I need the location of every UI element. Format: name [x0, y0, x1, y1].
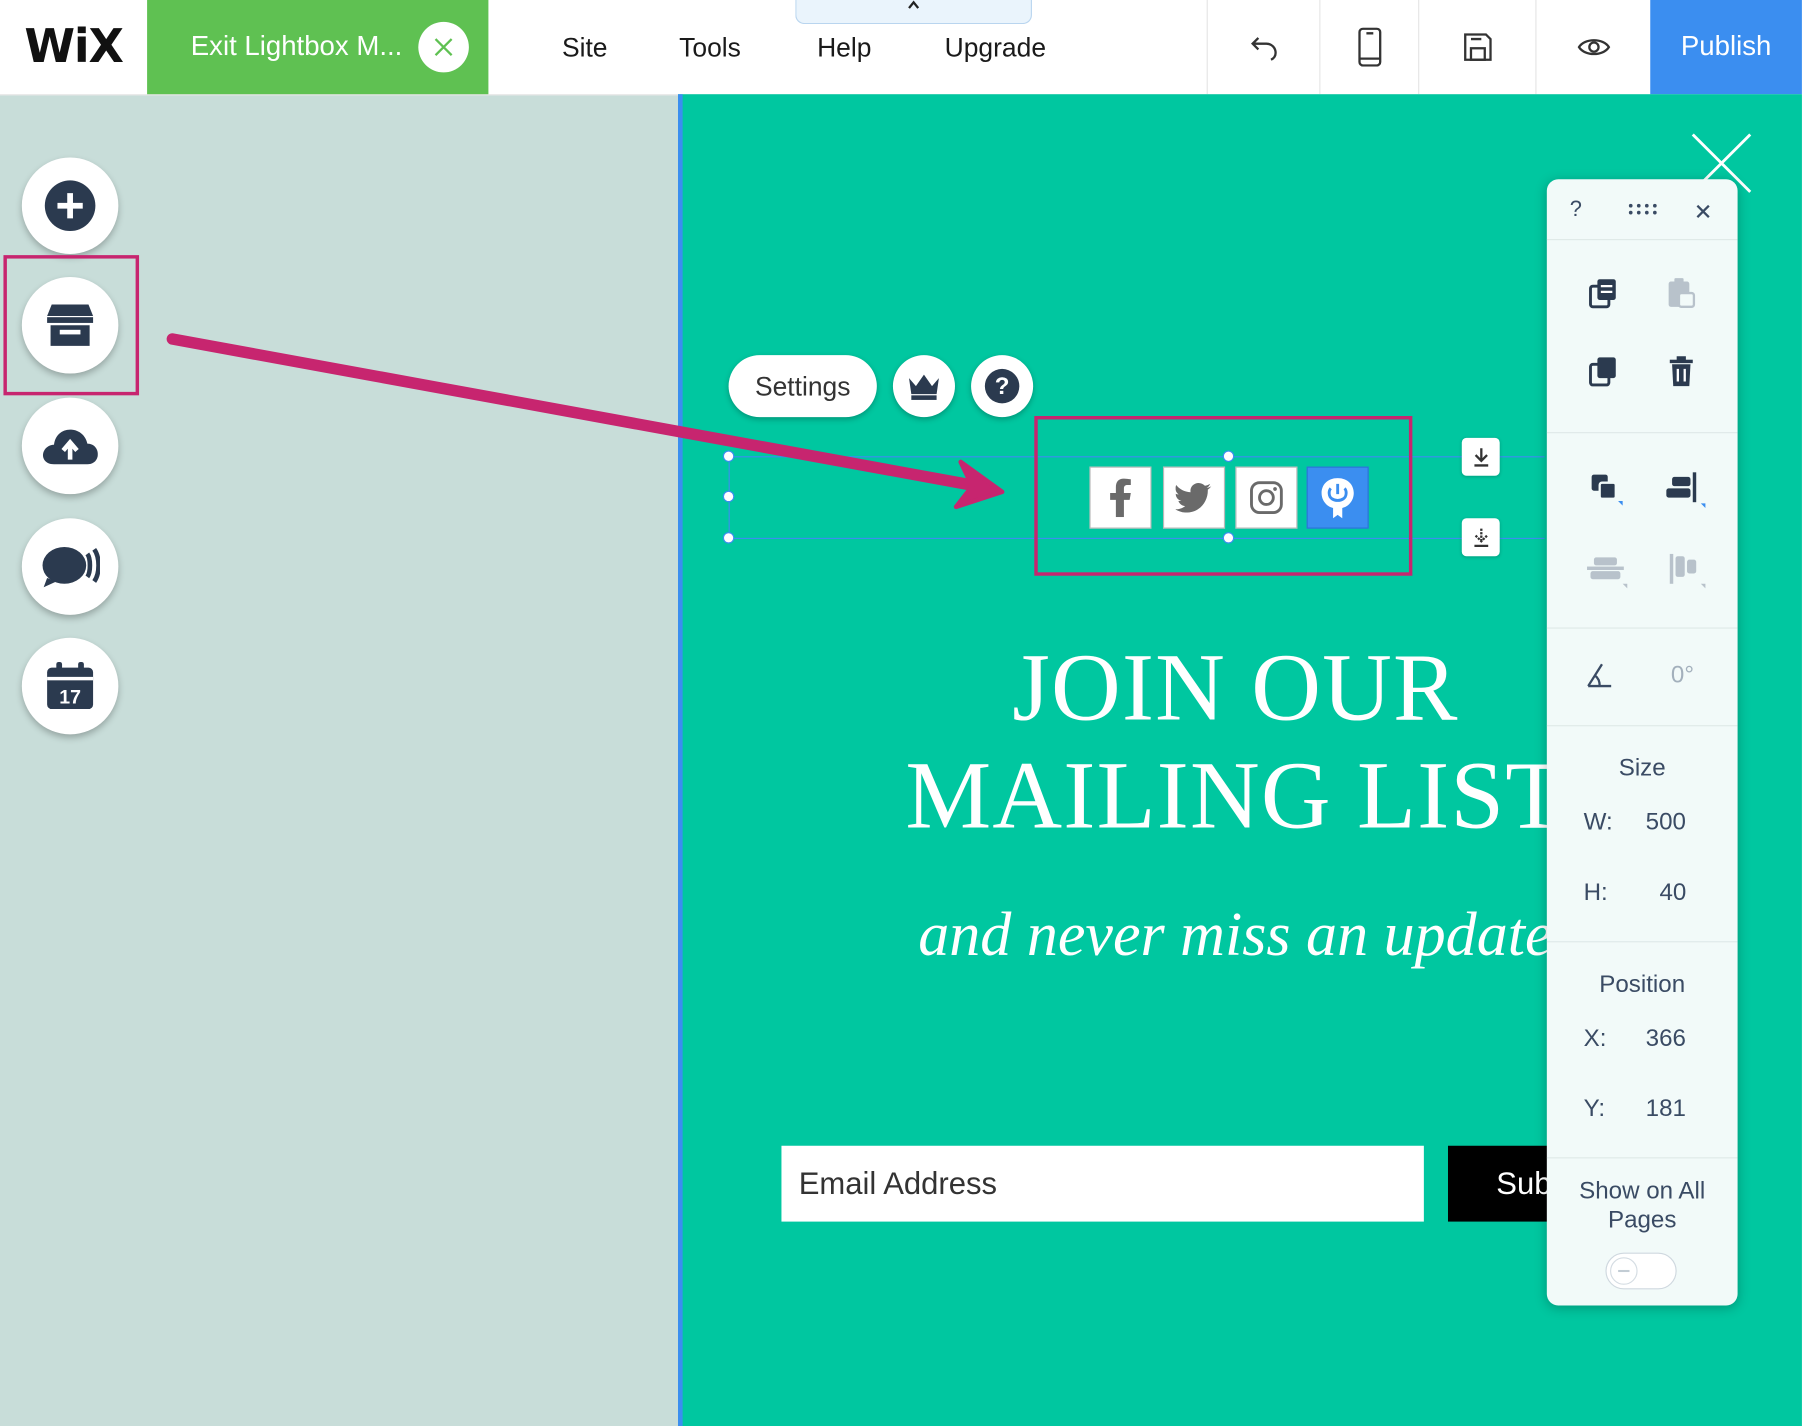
exit-lightbox-label: Exit Lightbox M... — [190, 31, 403, 63]
email-input[interactable] — [781, 1145, 1424, 1222]
calendar-icon: 17 — [47, 661, 94, 710]
height-value[interactable]: 40 — [1659, 879, 1686, 907]
resize-handle-bottom-left[interactable] — [722, 532, 735, 544]
x-value[interactable]: 366 — [1646, 1025, 1686, 1053]
position-label: Position — [1599, 971, 1686, 998]
save-button[interactable] — [1418, 0, 1536, 95]
rotation-value[interactable]: 0° — [1671, 662, 1694, 690]
help-icon: ? — [984, 368, 1020, 404]
headline-line-2: MAILING LIST — [905, 742, 1566, 850]
svg-text:?: ? — [995, 373, 1010, 400]
toggle-knob — [1610, 1257, 1638, 1285]
menu-upgrade[interactable]: Upgrade — [945, 0, 1046, 94]
height-label: H: — [1583, 879, 1608, 906]
chat-button[interactable] — [21, 518, 119, 615]
show-on-all-line-2: Pages — [1607, 1206, 1677, 1234]
resize-handle-top-left[interactable] — [722, 450, 735, 462]
paste-icon[interactable] — [1664, 276, 1698, 310]
resize-handle-left[interactable] — [722, 490, 735, 503]
menu-tools[interactable]: Tools — [679, 0, 741, 94]
subline[interactable]: and never miss an update — [804, 899, 1666, 970]
rotate-angle-icon[interactable] — [1581, 657, 1615, 691]
delete-icon[interactable] — [1664, 354, 1698, 388]
help-button[interactable]: ? — [971, 355, 1034, 418]
settings-button[interactable]: Settings — [728, 355, 877, 418]
chat-icon — [42, 547, 100, 588]
calendar-button[interactable]: 17 — [21, 637, 119, 735]
distribute-icon[interactable] — [1584, 549, 1630, 590]
add-button[interactable] — [21, 157, 119, 254]
stretch-button[interactable] — [1461, 518, 1500, 557]
align-right-icon[interactable] — [1662, 469, 1708, 510]
undo-button[interactable] — [1206, 0, 1321, 95]
show-on-all-line-1: Show on All — [1579, 1177, 1706, 1205]
highlight-frame-social — [1034, 416, 1413, 576]
wix-logo[interactable]: WiX — [0, 0, 147, 94]
editor-stage: WiX Exit Lightbox M... Site Tools Help U… — [0, 0, 1802, 1426]
mobile-icon — [1358, 27, 1382, 67]
duplicate-icon[interactable] — [1586, 354, 1620, 388]
highlight-frame-left — [3, 255, 140, 396]
upload-cloud-icon — [42, 429, 98, 465]
drag-handle-icon[interactable] — [1625, 200, 1662, 218]
menu-help[interactable]: Help — [817, 0, 871, 94]
width-value[interactable]: 500 — [1646, 809, 1686, 837]
upgrade-crown-button[interactable] — [892, 355, 955, 418]
eye-icon — [1577, 39, 1611, 56]
close-icon[interactable] — [418, 21, 469, 73]
send-backward-button[interactable] — [1461, 437, 1500, 476]
add-icon — [44, 180, 96, 231]
exit-lightbox-tab[interactable]: Exit Lightbox M... — [147, 0, 489, 95]
undo-icon — [1251, 37, 1277, 61]
save-icon — [1464, 33, 1492, 61]
chevron-up-icon — [908, 0, 920, 9]
size-label: Size — [1618, 755, 1666, 782]
download-arrow-icon — [1473, 447, 1488, 467]
width-label: W: — [1583, 809, 1613, 836]
arrange-icon[interactable] — [1586, 469, 1627, 510]
svg-text:17: 17 — [59, 686, 81, 708]
y-value[interactable]: 181 — [1646, 1095, 1686, 1123]
match-size-icon[interactable] — [1662, 549, 1708, 590]
panel-close-icon[interactable] — [1692, 200, 1715, 223]
upload-button[interactable] — [21, 397, 119, 495]
x-label: X: — [1583, 1025, 1607, 1052]
publish-button[interactable]: Publish — [1650, 0, 1802, 95]
download-arrow-icon — [1473, 528, 1488, 547]
mobile-view-button[interactable] — [1319, 0, 1419, 95]
copy-icon[interactable] — [1586, 276, 1620, 310]
headline[interactable]: JOIN OUR MAILING LIST — [804, 634, 1666, 850]
y-label: Y: — [1583, 1095, 1606, 1122]
layout-panel: ? 0° Size W: 500 H: 40 Position X: 366 Y… — [1546, 179, 1738, 1306]
headline-line-1: JOIN OUR — [1012, 634, 1459, 742]
crown-icon — [909, 374, 939, 400]
show-on-all-pages-label: Show on All Pages — [1547, 1177, 1738, 1234]
top-bar: WiX Exit Lightbox M... Site Tools Help U… — [0, 0, 1802, 96]
menu-site[interactable]: Site — [562, 0, 608, 94]
panel-help-link[interactable]: ? — [1570, 198, 1582, 223]
preview-button[interactable] — [1535, 0, 1651, 95]
show-on-all-pages-toggle[interactable] — [1605, 1252, 1677, 1290]
